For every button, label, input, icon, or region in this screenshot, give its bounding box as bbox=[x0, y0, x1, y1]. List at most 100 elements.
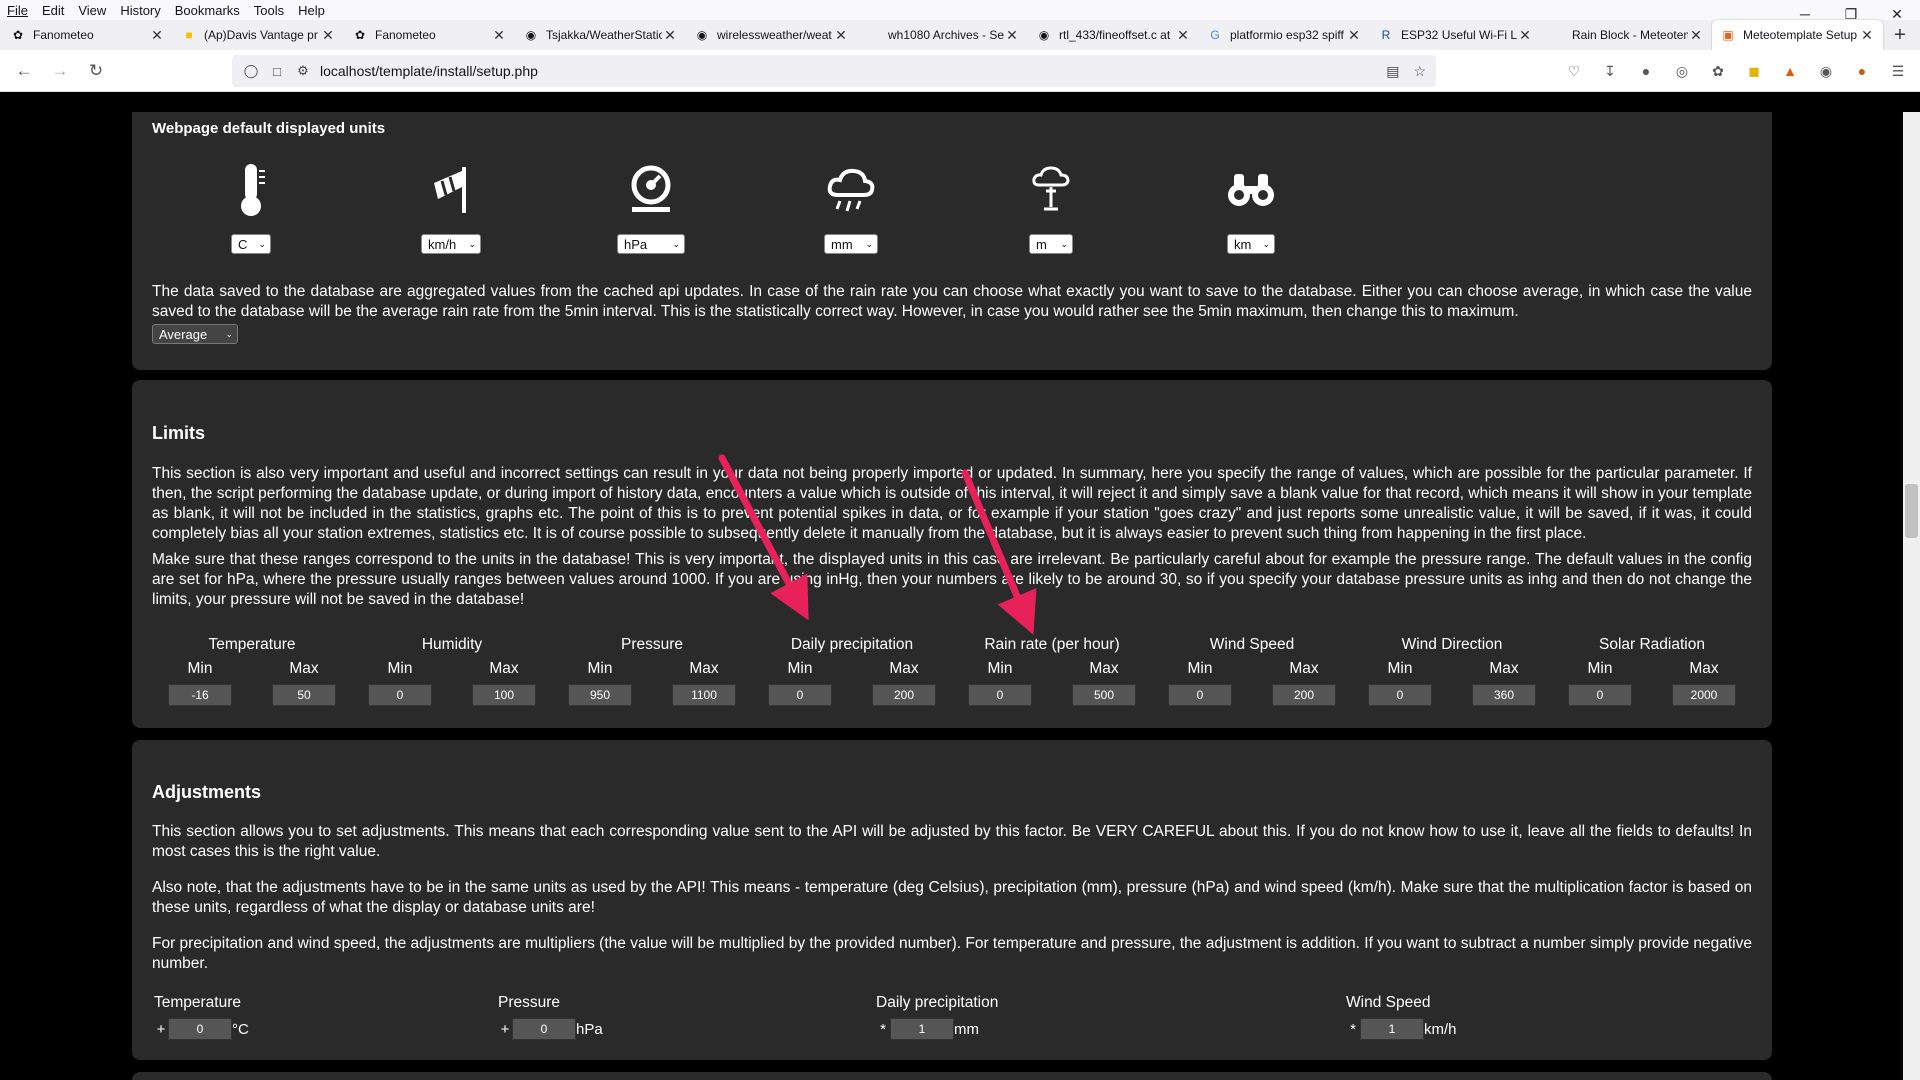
back-button[interactable]: ← bbox=[8, 55, 40, 87]
extension-globe-icon[interactable]: ◉ bbox=[1814, 55, 1838, 87]
tab-close-icon[interactable]: ✕ bbox=[149, 27, 165, 44]
limit-max-input[interactable]: 2000 bbox=[1672, 684, 1736, 706]
limit-group-title: Wind Direction bbox=[1401, 636, 1503, 653]
extension-ring-icon[interactable]: ◎ bbox=[1670, 55, 1694, 87]
menu-tools[interactable]: Tools bbox=[247, 3, 291, 18]
limit-max-input[interactable]: 50 bbox=[272, 684, 336, 706]
temperature-unit-select[interactable]: C ⌄ bbox=[231, 234, 271, 254]
tab-title: Fanometeo bbox=[375, 28, 436, 42]
menu-view[interactable]: View bbox=[71, 3, 113, 18]
min-label: Min bbox=[787, 660, 813, 677]
extension-bell-icon[interactable]: ◼ bbox=[1742, 55, 1766, 87]
browser-tab[interactable]: R ESP32 Useful Wi-Fi Lib ✕ bbox=[1370, 20, 1541, 50]
browser-tab[interactable]: ■ (Ap)Davis Vantage pr ✕ bbox=[173, 20, 344, 50]
limit-max-input[interactable]: 1100 bbox=[672, 684, 736, 706]
adjustment-input[interactable]: 1 bbox=[1360, 1018, 1424, 1040]
tab-close-icon[interactable]: ✕ bbox=[1346, 27, 1362, 44]
rain-rate-mode-select[interactable]: Average ⌄ bbox=[152, 324, 238, 344]
min-label: Min bbox=[987, 660, 1013, 677]
limit-min-input[interactable]: 0 bbox=[1568, 684, 1632, 706]
limit-min-input[interactable]: 0 bbox=[1168, 684, 1232, 706]
tab-close-icon[interactable]: ✕ bbox=[491, 27, 507, 44]
menu-file[interactable]: File bbox=[0, 3, 35, 18]
limit-min-input[interactable]: 0 bbox=[968, 684, 1032, 706]
new-tab-button[interactable]: + bbox=[1882, 20, 1918, 50]
limit-group: Humidity Min 0 Max 100 bbox=[352, 636, 552, 706]
wind-unit-select[interactable]: km/h ⌄ bbox=[421, 234, 481, 254]
tab-close-icon[interactable]: ✕ bbox=[833, 27, 849, 44]
reader-view-icon[interactable]: ▤ bbox=[1386, 63, 1399, 80]
tab-close-icon[interactable]: ✕ bbox=[1175, 27, 1191, 44]
browser-tab[interactable]: ✿ Fanometeo ✕ bbox=[2, 20, 173, 50]
extension-f-icon[interactable]: ● bbox=[1634, 55, 1658, 87]
limit-max-input[interactable]: 500 bbox=[1072, 684, 1136, 706]
adjustment-input[interactable]: 0 bbox=[168, 1018, 232, 1040]
adjustment-unit: km/h bbox=[1424, 1020, 1457, 1038]
tab-close-icon[interactable]: ✕ bbox=[1859, 27, 1875, 44]
scrollbar-thumb[interactable] bbox=[1905, 484, 1918, 538]
menu-history[interactable]: History bbox=[113, 3, 167, 18]
shield-icon[interactable]: ◯ bbox=[242, 63, 260, 79]
page-icon: □ bbox=[273, 63, 281, 79]
menu-edit[interactable]: Edit bbox=[35, 3, 71, 18]
adjustment-operator: + bbox=[156, 1020, 166, 1038]
browser-tab[interactable]: ✿ Fanometeo ✕ bbox=[344, 20, 515, 50]
browser-tab[interactable]: ◉ Tsjakka/WeatherStatic ✕ bbox=[515, 20, 686, 50]
limit-max-input[interactable]: 200 bbox=[872, 684, 936, 706]
limit-min-input[interactable]: 0 bbox=[1368, 684, 1432, 706]
tab-close-icon[interactable]: ✕ bbox=[662, 27, 678, 44]
cloudbase-unit-select[interactable]: m ⌄ bbox=[1029, 234, 1073, 254]
forward-button[interactable]: → bbox=[44, 55, 76, 87]
limit-min-input[interactable]: 950 bbox=[568, 684, 632, 706]
browser-tab[interactable]: ▣ Meteotemplate Setup ✕ bbox=[1712, 20, 1883, 50]
limit-min-input[interactable]: 0 bbox=[768, 684, 832, 706]
page-scrollbar[interactable] bbox=[1903, 112, 1920, 1080]
bookmark-star-icon[interactable]: ☆ bbox=[1413, 63, 1426, 80]
unit-visibility: km ⌄ bbox=[1196, 160, 1306, 254]
extension-puzzle-icon[interactable]: ✿ bbox=[1706, 55, 1730, 87]
tab-close-icon[interactable]: ✕ bbox=[1688, 27, 1704, 44]
adjustment-input[interactable]: 0 bbox=[512, 1018, 576, 1040]
browser-tab[interactable]: ◉ wirelessweather/weat ✕ bbox=[686, 20, 857, 50]
rain-unit-select[interactable]: mm ⌄ bbox=[824, 234, 878, 254]
pocket-icon[interactable]: ♡ bbox=[1562, 55, 1586, 87]
browser-tab[interactable]: wh1080 Archives - Seven✕ bbox=[857, 20, 1028, 50]
limits-heading: Limits bbox=[152, 423, 206, 443]
tab-close-icon[interactable]: ✕ bbox=[1517, 27, 1533, 44]
adjustment-unit: °C bbox=[232, 1020, 249, 1038]
menu-bookmarks[interactable]: Bookmarks bbox=[168, 3, 247, 18]
downloads-icon[interactable]: ↧ bbox=[1598, 55, 1622, 87]
adjustment-title: Wind Speed bbox=[1346, 994, 1431, 1011]
tab-close-icon[interactable]: ✕ bbox=[1004, 27, 1020, 44]
adjustment-field: Temperature +0 °C bbox=[154, 994, 249, 1040]
url-text[interactable]: localhost/template/install/setup.php bbox=[320, 63, 538, 79]
extension-cookie-icon[interactable]: ● bbox=[1850, 55, 1874, 87]
limit-max-input[interactable]: 200 bbox=[1272, 684, 1336, 706]
limit-max-input[interactable]: 360 bbox=[1472, 684, 1536, 706]
cloud-height-icon bbox=[1021, 160, 1081, 220]
adjustment-input[interactable]: 1 bbox=[890, 1018, 954, 1040]
extension-fire-icon[interactable]: ▲ bbox=[1778, 55, 1802, 87]
adjustments-paragraph-2: Also note, that the adjustments have to … bbox=[152, 879, 1752, 916]
barometer-icon bbox=[621, 160, 681, 220]
reload-button[interactable]: ↻ bbox=[80, 55, 112, 87]
limits-section: Limits This section is also very importa… bbox=[132, 380, 1772, 728]
limit-group-title: Pressure bbox=[620, 636, 684, 653]
limit-min-input[interactable]: 0 bbox=[368, 684, 432, 706]
menu-help[interactable]: Help bbox=[291, 3, 332, 18]
unit-rain: mm ⌄ bbox=[796, 160, 906, 254]
tab-close-icon[interactable]: ✕ bbox=[320, 27, 336, 44]
app-menu-icon[interactable]: ☰ bbox=[1886, 55, 1910, 87]
permissions-icon[interactable]: ⚙ bbox=[294, 63, 312, 79]
browser-tab[interactable]: Gplatformio esp32 spiff ✕ bbox=[1199, 20, 1370, 50]
max-label: Max bbox=[889, 660, 919, 677]
address-bar[interactable]: ◯ □ ⚙ localhost/template/install/setup.p… bbox=[232, 55, 1436, 87]
tab-title: (Ap)Davis Vantage pr bbox=[204, 28, 318, 42]
limit-min-input[interactable]: -16 bbox=[168, 684, 232, 706]
limit-max-input[interactable]: 100 bbox=[472, 684, 536, 706]
visibility-unit-select[interactable]: km ⌄ bbox=[1227, 234, 1275, 254]
browser-tab[interactable]: Rain Block - Meteotempl✕ bbox=[1541, 20, 1712, 50]
max-label: Max bbox=[1289, 660, 1319, 677]
browser-tab[interactable]: ◉ rtl_433/fineoffset.c at ✕ bbox=[1028, 20, 1199, 50]
pressure-unit-select[interactable]: hPa ⌄ bbox=[617, 234, 685, 254]
